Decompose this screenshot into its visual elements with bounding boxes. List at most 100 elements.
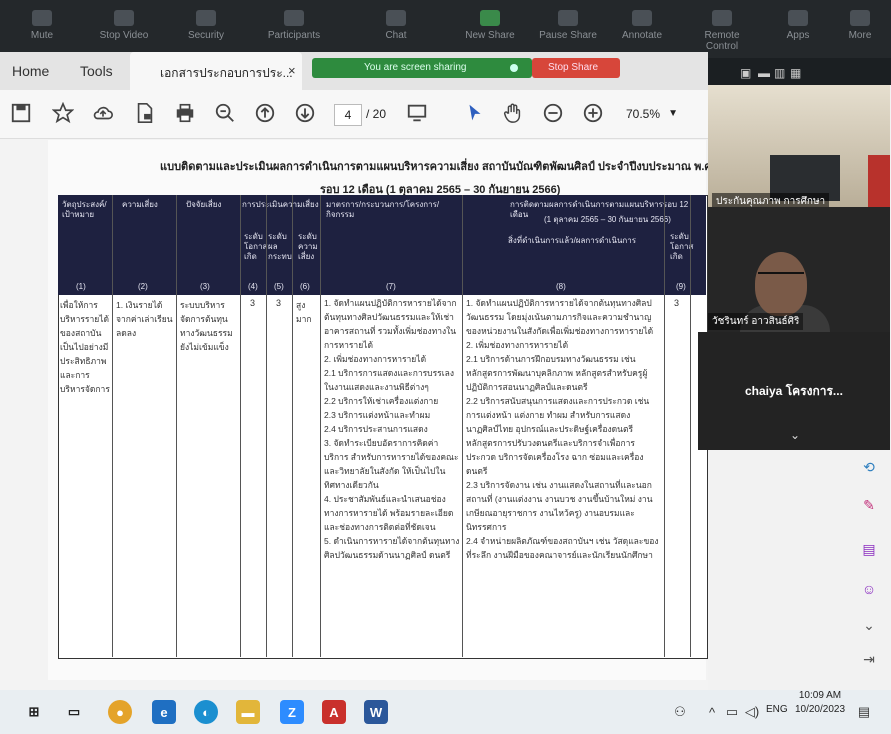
cell-measures: 1. จัดทำแผนปฏิบัติการหารายได้จากต้นทุนทา… [324,296,460,652]
header-risk: ความเสี่ยง [122,200,158,209]
shield-icon [196,10,216,26]
clock[interactable]: 10:09 AM 10/20/2023 [792,689,848,717]
view-layout-icon[interactable]: ▥ [774,66,785,80]
measure-item: 5. ดำเนินการหารายได้จากต้นทุนทางศิลปวัฒน… [324,536,460,560]
edge-legacy-icon[interactable]: e [152,700,176,724]
menu-home[interactable]: Home [12,63,49,79]
document-title: แบบติดตามและประเมินผลการดำเนินการตามแผนบ… [160,161,743,173]
header-num-3: (3) [200,282,210,291]
expand-chevron-icon[interactable]: ⌄ [790,428,800,442]
chevron-down-icon: ▼ [668,108,678,119]
share-people-icon[interactable]: ☺ [858,578,880,600]
remote-control-button[interactable]: Remote Control [692,8,752,52]
annotate-button[interactable]: Annotate [612,8,672,52]
result-item: 2.3 บริการจัดงาน เช่น งานแสดงในสถานที่แล… [466,480,653,532]
volume-icon[interactable]: ◁) [740,700,764,724]
cloud-upload-icon[interactable] [90,100,116,126]
edge-icon[interactable]: ◐ [194,700,218,724]
cell-followup-likelihood: 3 [674,298,680,308]
save-icon[interactable] [8,100,34,126]
table-divider [240,195,241,657]
clock-time: 10:09 AM [798,690,842,701]
measure-item: 2.4 บริการประสานการแสดง [324,424,428,434]
chrome-icon[interactable]: ● [108,700,132,724]
more-dots-icon [850,10,870,26]
page-number-input[interactable]: 4 [334,104,362,126]
zoom-out-icon[interactable] [540,100,566,126]
pen-icon [632,10,652,26]
measure-item: 2. เพิ่มช่องทางการหารายได้ [324,354,427,364]
result-item: 2.2 บริการสนับสนุนการแสดงและการประกวด เช… [466,396,650,476]
cell-likelihood: 3 [250,298,256,308]
translate-icon[interactable]: ⟲ [858,456,880,478]
file-explorer-icon[interactable]: ▬ [236,700,260,724]
table-divider [112,195,113,657]
security-button[interactable]: Security [176,8,236,52]
cell-results: 1. จัดทำแผนปฏิบัติการหารายได้จากต้นทุนทา… [466,296,662,652]
result-item: 2. เพิ่มช่องทางการหารายได้ [466,340,569,350]
mute-button[interactable]: Mute [12,8,72,52]
zoom-app-icon[interactable]: Z [280,700,304,724]
measure-item: 2.3 บริการแต่งหน้าและทำผม [324,410,431,420]
task-view-icon[interactable]: ▭ [62,700,86,724]
gallery-grid-icon[interactable]: ▦ [790,66,801,80]
people-tray-icon[interactable]: ⚇ [668,700,692,724]
clock-date: 10/20/2023 [794,704,846,715]
notification-icon[interactable]: ▤ [852,700,876,724]
bookmark-star-icon[interactable] [50,100,76,126]
cell-impact: 3 [276,298,282,308]
table-divider [176,195,177,657]
header-impact: ระดับ ผล กระทบ [268,232,292,261]
header-followup-period: (1 ตุลาคม 2565 – 30 กันยายน 2566) [544,215,671,224]
chevron-down-icon[interactable]: ⌄ [858,614,880,636]
hand-tool-icon[interactable] [500,100,526,126]
measure-item: 2.1 บริการการแสดงและการบรรเลงในงานแสดงแล… [324,368,454,392]
table-divider [266,195,267,657]
table-divider [320,195,321,657]
pin-icon[interactable]: ▣ [740,66,751,80]
fill-sign-icon[interactable]: ✎ [858,494,880,516]
file-lock-icon[interactable] [132,100,158,126]
pause-share-button[interactable]: Pause Share [538,8,598,52]
language-indicator[interactable]: ENG [766,704,788,715]
zoom-in-icon[interactable] [580,100,606,126]
participants-button[interactable]: Participants [264,8,324,52]
header-risk-level: ระดับ ความ เสี่ยง [298,232,318,261]
select-cursor-icon[interactable] [462,100,488,126]
screen-sharing-text: You are screen sharing [364,62,467,73]
next-page-icon[interactable] [292,100,318,126]
stop-share-button[interactable]: Stop Share [532,58,620,78]
acrobat-icon[interactable]: A [322,700,346,724]
new-share-button[interactable]: New Share [460,8,520,52]
header-results: สิ่งที่ดำเนินการแล้ว/ผลการดำเนินการ [508,236,637,245]
participant-video-1[interactable] [708,85,890,207]
previous-page-icon[interactable] [252,100,278,126]
more-button[interactable]: More [830,8,890,52]
collapse-panel-icon[interactable]: ⇥ [858,648,880,670]
document-icon[interactable]: ▤ [858,538,880,560]
chat-button[interactable]: Chat [366,8,426,52]
apps-icon [788,10,808,26]
document-tab[interactable]: เอกสารประกอบการประ... × [130,52,302,90]
windows-start-icon[interactable]: ⊞ [22,700,46,724]
word-icon[interactable]: W [364,700,388,724]
zoom-level-select[interactable]: 70.5% ▼ [618,104,682,124]
page-display-icon[interactable] [404,100,430,126]
video-camera-icon [114,10,134,26]
cell-risk-factor: ระบบบริหารจัดการต้นทุนทางวัฒนธรรมยังไม่เ… [180,300,233,352]
close-tab-icon[interactable]: × [288,63,296,78]
print-icon[interactable] [172,100,198,126]
apps-button[interactable]: Apps [768,8,828,52]
menu-tools[interactable]: Tools [80,63,113,79]
page-total: / 20 [366,107,387,121]
pause-icon [558,10,578,26]
zoom-search-icon[interactable] [212,100,238,126]
header-num-4: (4) [248,282,258,291]
result-item: 2.1 บริการด้านการฝึกอบรมทางวัฒนธรรม เช่น… [466,354,648,392]
measure-item: 4. ประชาสัมพันธ์และนำเสนอช่องทางการหาราย… [324,494,454,532]
header-likelihood: ระดับ โอกาส เกิด [244,232,268,261]
sharing-indicator-icon [510,64,518,72]
stop-video-button[interactable]: Stop Video [94,8,154,52]
participant-3-name: chaiya โครงการ... [745,384,843,398]
minimize-icon[interactable]: ▬ [758,66,770,80]
